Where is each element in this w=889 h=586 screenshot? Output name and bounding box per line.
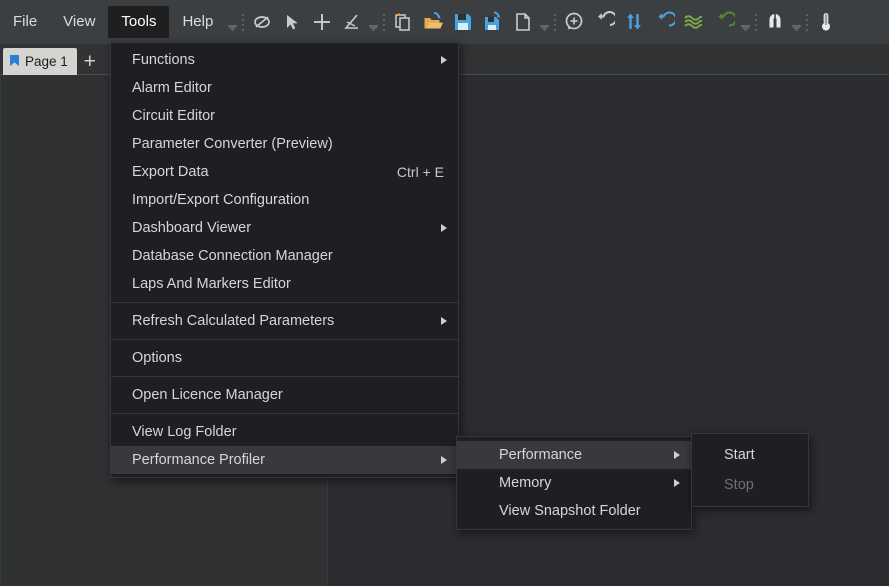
page-tab-label: Page 1 (25, 54, 68, 69)
menubar-item-help[interactable]: Help (169, 6, 226, 38)
menu-item-refresh-calculated-parameters[interactable]: Refresh Calculated Parameters (111, 307, 458, 335)
submenu-item-performance[interactable]: Performance (457, 441, 691, 469)
menu-item-performance-profiler[interactable]: Performance Profiler (111, 446, 458, 474)
menu-item-export-data-shortcut: Ctrl + E (397, 164, 448, 180)
toolbar-separator (802, 8, 811, 36)
menu-item-parameter-converter[interactable]: Parameter Converter (Preview) (111, 130, 458, 158)
crosshair-icon[interactable] (307, 7, 337, 37)
toolbar-separator (751, 8, 760, 36)
performance-start-stop-submenu: Start Stop (691, 433, 809, 507)
menu-separator (111, 339, 458, 340)
submenu-arrow-icon (674, 479, 680, 487)
waves-icon[interactable] (679, 7, 709, 37)
menu-separator (111, 302, 458, 303)
submenu-item-memory[interactable]: Memory (457, 469, 691, 497)
menu-bar: File View Tools Help (0, 0, 226, 44)
toolbar-overflow-chevron-icon-4[interactable] (790, 8, 802, 36)
submenu-item-start[interactable]: Start (692, 440, 808, 470)
hide-icon[interactable] (247, 7, 277, 37)
page-tab-page-1[interactable]: Page 1 (3, 48, 77, 75)
toolbar-overflow-chevron-icon-1[interactable] (367, 8, 379, 36)
menu-separator (111, 376, 458, 377)
menubar-item-view[interactable]: View (50, 6, 108, 38)
menu-item-export-data[interactable]: Export Data Ctrl + E (111, 158, 458, 186)
menu-item-import-export-configuration[interactable]: Import/Export Configuration (111, 186, 458, 214)
thermometer-icon[interactable] (811, 7, 841, 37)
toolbar-overflow-chevron-icon-3[interactable] (739, 8, 751, 36)
toolbar-separator (379, 8, 388, 36)
sort-updown-icon[interactable] (619, 7, 649, 37)
menubar-item-file[interactable]: File (0, 6, 50, 38)
menu-item-laps-and-markers-editor[interactable]: Laps And Markers Editor (111, 270, 458, 298)
bookmark-icon (9, 54, 20, 70)
magnet-icon[interactable] (760, 7, 790, 37)
angle-measure-icon[interactable] (337, 7, 367, 37)
toolbar-separator (238, 8, 247, 36)
menubar-item-tools[interactable]: Tools (108, 6, 169, 38)
main-toolbar: File View Tools Help (0, 0, 889, 44)
menu-item-database-connection-manager[interactable]: Database Connection Manager (111, 242, 458, 270)
open-folder-icon[interactable] (418, 7, 448, 37)
new-file-icon[interactable] (508, 7, 538, 37)
submenu-item-stop: Stop (692, 470, 808, 500)
performance-profiler-submenu: Performance Memory View Snapshot Folder (456, 436, 692, 530)
submenu-arrow-icon (441, 317, 447, 325)
menu-item-functions[interactable]: Functions (111, 46, 458, 74)
toolbar-separator (550, 8, 559, 36)
reload-green-icon[interactable] (709, 7, 739, 37)
tools-dropdown-menu: Functions Alarm Editor Circuit Editor Pa… (110, 42, 459, 478)
save-as-icon[interactable] (478, 7, 508, 37)
add-page-button[interactable]: + (77, 48, 103, 75)
toolbar-overflow-chevron-icon-2[interactable] (538, 8, 550, 36)
submenu-item-view-snapshot-folder[interactable]: View Snapshot Folder (457, 497, 691, 525)
copy-page-icon[interactable] (388, 7, 418, 37)
menu-item-view-log-folder[interactable]: View Log Folder (111, 418, 458, 446)
refresh-blue-icon[interactable] (649, 7, 679, 37)
cursor-arrow-icon[interactable] (277, 7, 307, 37)
submenu-arrow-icon (441, 56, 447, 64)
submenu-arrow-icon (674, 451, 680, 459)
menu-item-options[interactable]: Options (111, 344, 458, 372)
submenu-arrow-icon (441, 456, 447, 464)
menu-item-circuit-editor[interactable]: Circuit Editor (111, 102, 458, 130)
zoom-in-icon[interactable] (559, 7, 589, 37)
menu-item-alarm-editor[interactable]: Alarm Editor (111, 74, 458, 102)
menu-item-open-licence-manager[interactable]: Open Licence Manager (111, 381, 458, 409)
save-icon[interactable] (448, 7, 478, 37)
menu-item-dashboard-viewer[interactable]: Dashboard Viewer (111, 214, 458, 242)
submenu-arrow-icon (441, 224, 447, 232)
menu-separator (111, 413, 458, 414)
menubar-overflow-chevron-icon[interactable] (226, 8, 238, 36)
undo-icon[interactable] (589, 7, 619, 37)
